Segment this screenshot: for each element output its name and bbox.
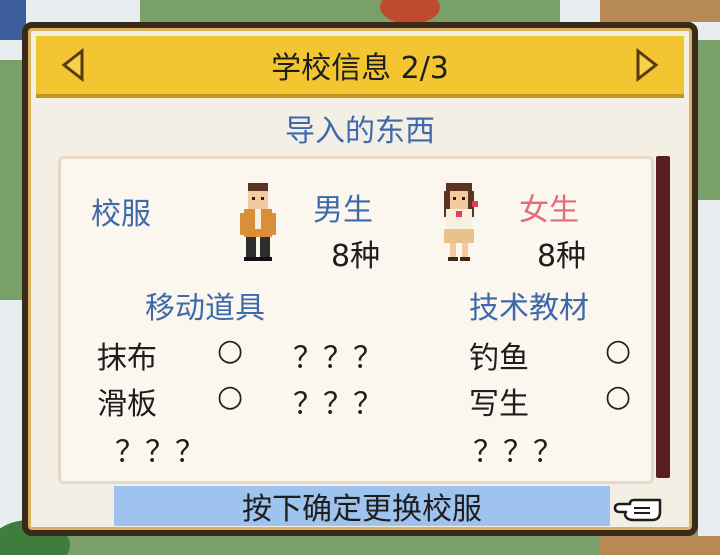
- female-uniform-count: 8种: [537, 239, 587, 274]
- unknown-item: ？？？: [293, 387, 383, 422]
- textbooks-header: 技术教材: [469, 291, 589, 326]
- unknown-item: ？？？: [115, 435, 205, 470]
- dialog-titlebar: 学校信息 2/3: [36, 36, 684, 98]
- list-item: 钓鱼: [469, 341, 529, 376]
- unknown-item: ？？？: [293, 341, 383, 376]
- owned-mark: ○: [217, 333, 244, 368]
- next-page-button[interactable]: [630, 48, 664, 82]
- unknown-item: ？？？: [473, 435, 563, 470]
- info-content-panel: 校服 男生 8种 女生 8种 移动道具 技术教材 抹布 ○ ？？？ 滑板 ○ ？…: [58, 156, 654, 484]
- male-uniform-label: 男生: [313, 193, 373, 228]
- prev-page-button[interactable]: [56, 48, 90, 82]
- dialog-subtitle: 导入的东西: [285, 114, 435, 149]
- male-student-sprite: [240, 183, 276, 261]
- triangle-left-icon: [61, 48, 84, 82]
- owned-mark: ○: [605, 333, 632, 368]
- school-info-dialog: 学校信息 2/3 导入的东西 校服 男生 8种 女生 8种 移动道具 技术教材 …: [22, 22, 698, 536]
- male-uniform-count: 8种: [331, 239, 381, 274]
- list-item: 写生: [469, 387, 529, 422]
- uniform-label: 校服: [91, 197, 151, 232]
- pointing-hand-icon: [613, 498, 662, 522]
- dialog-title: 学校信息 2/3: [271, 51, 449, 86]
- scrollbar[interactable]: [656, 156, 670, 478]
- change-uniform-button[interactable]: 按下确定更换校服: [114, 486, 610, 527]
- owned-mark: ○: [605, 379, 632, 414]
- list-item: 滑板: [97, 387, 157, 422]
- female-student-sprite: [444, 183, 478, 261]
- female-uniform-label: 女生: [519, 193, 579, 228]
- owned-mark: ○: [217, 379, 244, 414]
- moving-items-header: 移动道具: [145, 291, 265, 326]
- triangle-right-icon: [636, 48, 659, 82]
- list-item: 抹布: [97, 341, 157, 376]
